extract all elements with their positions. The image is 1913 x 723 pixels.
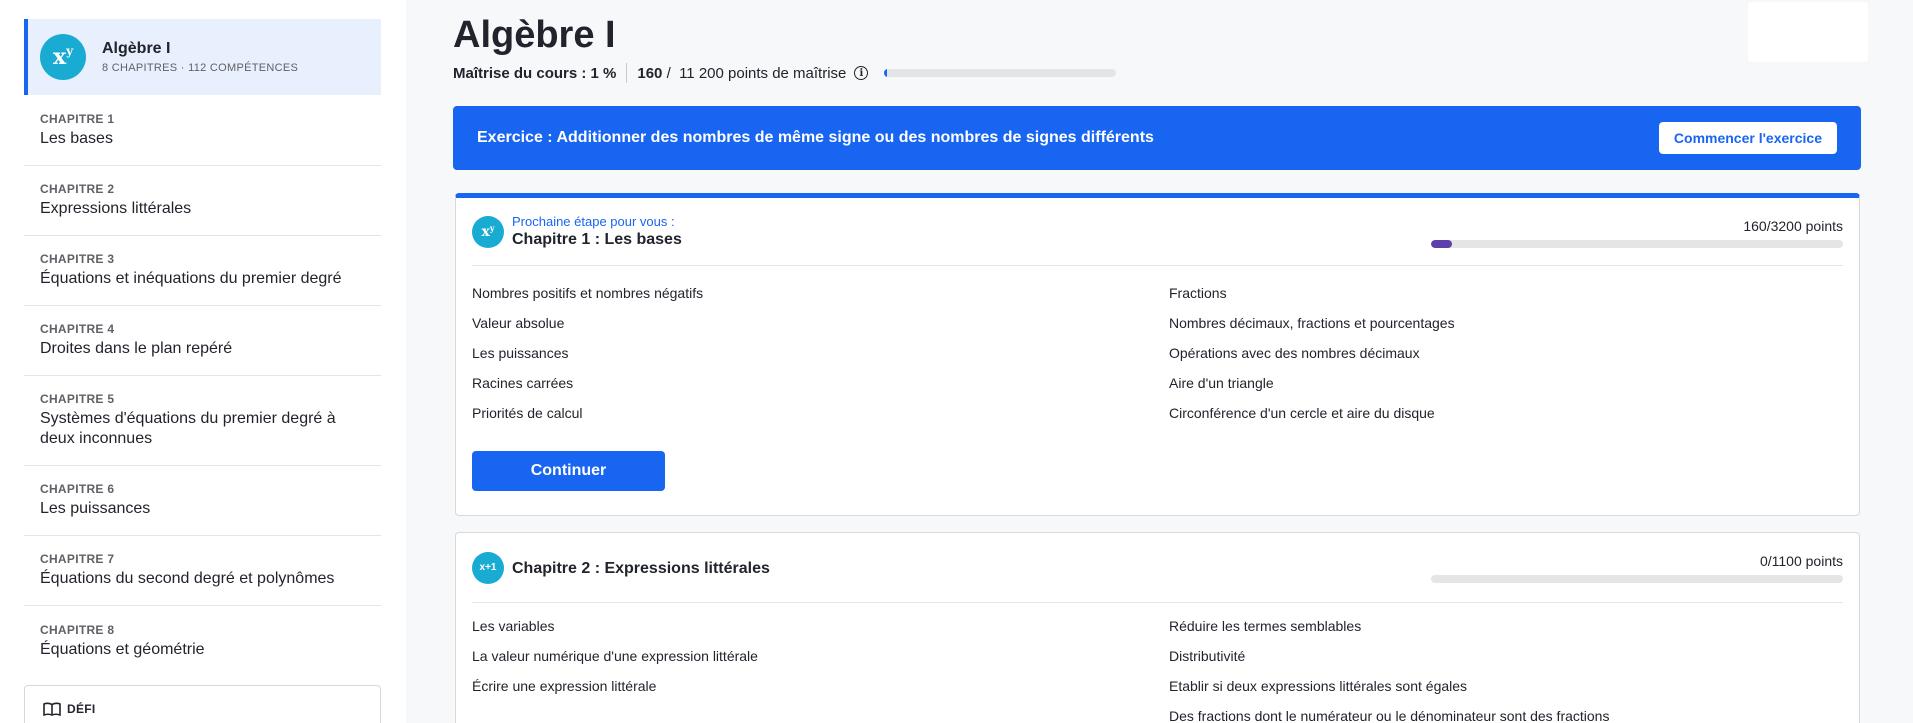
card-points: 160/3200 points [1743,218,1843,234]
chapter-title: Équations et inéquations du premier degr… [40,270,342,287]
mastery-progress-fill [884,69,887,77]
card-progress-bar [1431,240,1843,248]
book-icon [43,702,61,716]
challenge-label: DÉFI [67,702,96,716]
challenge-button[interactable]: DÉFI [24,685,381,723]
chapter-label: CHAPITRE 5 [40,392,115,406]
skill-link[interactable]: Des fractions dont le numérateur ou le d… [1169,705,1843,723]
next-step-label: Prochaine étape pour vous : [512,214,675,229]
mastery-points-current: 160 [637,64,663,82]
card-progress-fill [1431,240,1452,248]
sidebar-chapter-1[interactable]: CHAPITRE 1 Les bases [24,96,381,166]
skill-spacer [472,705,1169,723]
exercise-banner: Exercice : Additionner des nombres de mê… [453,106,1861,170]
exercise-title: Exercice : Additionner des nombres de mê… [477,129,1154,146]
chapter-label: CHAPITRE 3 [40,252,115,266]
sidebar-chapter-4[interactable]: CHAPITRE 4 Droites dans le plan repéré [24,306,381,376]
chapter-label: CHAPITRE 4 [40,322,115,336]
skills-grid: Les variables Réduire les termes semblab… [472,615,1843,723]
card-header: x+1 Chapitre 2 : Expressions littérales … [472,533,1843,603]
skill-link[interactable]: Nombres positifs et nombres négatifs [472,282,1169,312]
sidebar-chapter-7[interactable]: CHAPITRE 7 Équations du second degré et … [24,536,381,606]
chapter-label: CHAPITRE 7 [40,552,115,566]
course-exponent-icon: xy [40,34,86,80]
skill-link[interactable]: Aire d'un triangle [1169,372,1843,402]
chapter-title: Droites dans le plan repéré [40,340,233,357]
skill-link[interactable]: Écrire une expression littérale [472,675,1169,705]
chapter-title: Systèmes d'équations du premier degré à … [40,410,336,447]
divider [626,63,628,83]
continue-button[interactable]: Continuer [472,451,665,491]
skill-link[interactable]: Nombres décimaux, fractions et pourcenta… [1169,312,1843,342]
chapter-list: CHAPITRE 1 Les bases CHAPITRE 2 Expressi… [24,96,381,676]
chapter-expression-icon: x+1 [472,551,504,584]
course-mastery: Maîtrise du cours : 1 % 160 / 11 200 poi… [453,63,1117,83]
skill-link[interactable]: Les puissances [472,342,1169,372]
sidebar-chapter-6[interactable]: CHAPITRE 6 Les puissances [24,466,381,536]
skill-link[interactable]: Circonférence d'un cercle et aire du dis… [1169,402,1843,432]
card-progress: 0/1100 points [1431,553,1843,583]
skill-link[interactable]: La valeur numérique d'une expression lit… [472,645,1169,675]
mastery-label: Maîtrise du cours : 1 % [453,64,617,82]
sidebar-course-algebra[interactable]: xy Algèbre I 8 CHAPITRES · 112 COMPÉTENC… [24,19,381,95]
skills-grid: Nombres positifs et nombres négatifs Fra… [472,282,1843,432]
course-title: Algèbre I [102,40,171,57]
chapter-title: Expressions littérales [40,200,192,217]
chapter-label: CHAPITRE 1 [40,112,115,126]
chapter-title: Équations du second degré et polynômes [40,570,335,587]
chapter-label: CHAPITRE 6 [40,482,115,496]
course-subtitle: 8 CHAPITRES · 112 COMPÉTENCES [102,62,299,74]
chapter-exponent-icon: xy [472,215,504,248]
chapter-title: Équations et géométrie [40,640,205,658]
sidebar-chapter-5[interactable]: CHAPITRE 5 Systèmes d'équations du premi… [24,376,381,466]
skill-link[interactable]: Opérations avec des nombres décimaux [1169,342,1843,372]
sidebar-chapter-2[interactable]: CHAPITRE 2 Expressions littérales [24,166,381,236]
skill-link[interactable]: Les variables [472,615,1169,645]
card-header: xy Prochaine étape pour vous : Chapitre … [472,198,1843,266]
skill-link[interactable]: Priorités de calcul [472,402,1169,432]
sidebar-chapter-3[interactable]: CHAPITRE 3 Équations et inéquations du p… [24,236,381,306]
chapter-label: CHAPITRE 2 [40,182,115,196]
skill-link[interactable]: Réduire les termes semblables [1169,615,1843,645]
card-progress: 160/3200 points [1431,218,1843,248]
skill-link[interactable]: Valeur absolue [472,312,1169,342]
mastery-progress-bar [884,69,1117,77]
mastery-points: 160 / 11 200 points de maîtrise [637,65,846,82]
skill-link[interactable]: Distributivité [1169,645,1843,675]
top-right-panel [1748,2,1868,62]
skill-link[interactable]: Etablir si deux expressions littérales s… [1169,675,1843,705]
chapter-label: CHAPITRE 8 [40,622,115,637]
chapter-card-2: x+1 Chapitre 2 : Expressions littérales … [455,532,1860,723]
card-title[interactable]: Chapitre 1 : Les bases [512,231,682,249]
start-exercise-button[interactable]: Commencer l'exercice [1658,122,1837,154]
card-points: 0/1100 points [1759,553,1843,569]
page-title: Algèbre I [453,14,616,56]
mastery-points-total: / 11 200 points de maîtrise [662,64,847,82]
course-sidebar: xy Algèbre I 8 CHAPITRES · 112 COMPÉTENC… [0,0,406,723]
chapter-title: Les bases [40,130,113,147]
chapter-title: Les puissances [40,500,151,517]
course-main: Algèbre I Maîtrise du cours : 1 % 160 / … [406,0,1913,723]
sidebar-chapter-8[interactable]: CHAPITRE 8 Équations et géométrie [24,606,381,676]
skill-link[interactable]: Racines carrées [472,372,1169,402]
skill-link[interactable]: Fractions [1169,282,1843,312]
card-title[interactable]: Chapitre 2 : Expressions littérales [512,560,770,578]
card-progress-bar [1431,575,1843,583]
info-icon[interactable]: i [854,66,869,80]
chapter-card-1: xy Prochaine étape pour vous : Chapitre … [455,193,1860,516]
